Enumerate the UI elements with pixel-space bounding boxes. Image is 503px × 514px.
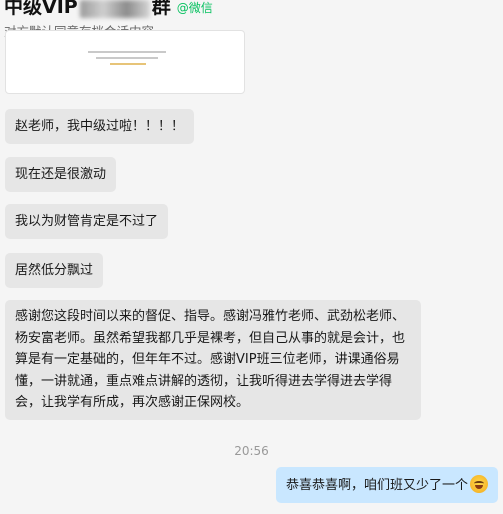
message-text: 感谢您这段时间以来的督促、指导。感谢冯雅竹老师、武劲松老师、杨安富老师。虽然希望…: [15, 309, 406, 410]
chat-title-suffix: 群: [151, 0, 171, 18]
message-bubble[interactable]: 我以为财管肯定是不过了: [5, 204, 169, 239]
wechat-tag: @微信: [176, 1, 213, 15]
message-bubble[interactable]: 感谢您这段时间以来的督促、指导。感谢冯雅竹老师、武劲松老师、杨安富老师。虽然希望…: [5, 300, 421, 420]
message-text: 我以为财管肯定是不过了: [15, 214, 159, 229]
chat-title[interactable]: 中级VIP: [4, 0, 78, 18]
my-message-text: 恭喜恭喜啊，咱们班又少了一个: [285, 478, 468, 493]
message-bubble[interactable]: 居然低分飘过: [5, 253, 104, 288]
message-text: 居然低分飘过: [15, 263, 94, 278]
message-bubble[interactable]: 现在还是很激动: [5, 157, 117, 192]
message-text: 现在还是很激动: [15, 167, 107, 182]
redacted-name: [79, 0, 150, 18]
preview-highlight-line: [110, 63, 146, 65]
chat-title-row: 中级VIP 群 @微信: [4, 0, 213, 18]
message-timestamp: 20:56: [234, 444, 269, 458]
preview-text-line: [96, 57, 158, 59]
message-text: 赵老师，我中级过啦！！！！: [15, 119, 185, 134]
preview-text-line: [88, 51, 166, 53]
image-message-preview[interactable]: [5, 30, 245, 94]
message-bubble[interactable]: 赵老师，我中级过啦！！！！: [5, 109, 195, 144]
my-message-bubble[interactable]: 恭喜恭喜啊，咱们班又少了一个: [275, 467, 498, 503]
grinning-sweat-emoji-icon: [470, 475, 488, 493]
